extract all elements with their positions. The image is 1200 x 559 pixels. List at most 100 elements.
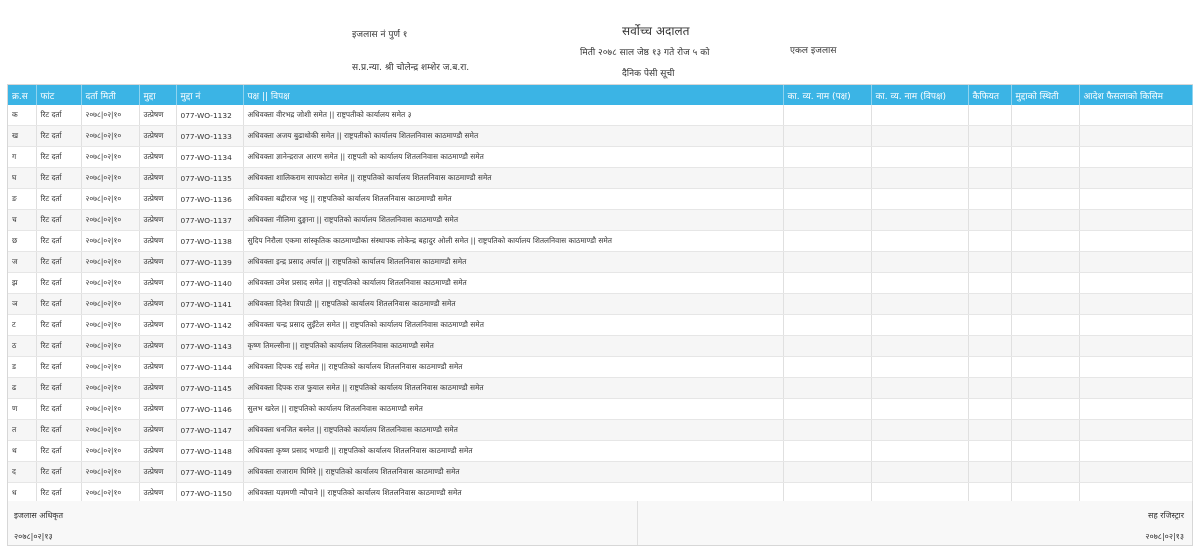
row-font: रिट दर्ता xyxy=(36,293,82,315)
row-parties: अधिवक्ता चन्द्र प्रसाद लुइँटेल समेत || र… xyxy=(243,314,784,336)
row-remarks xyxy=(968,146,1012,168)
column-header: मुद्दा xyxy=(139,85,177,105)
row-parties: अधिवक्ता दिनेश त्रिपाठी || राष्ट्रपतिको … xyxy=(243,293,784,315)
row-remarks xyxy=(968,251,1012,273)
table-row: ञ रिट दर्ता २०७८|०२|१० उत्प्रेषण 077-WO-1141… xyxy=(8,293,1193,315)
row-advocate-petitioner xyxy=(783,293,872,315)
row-font: रिट दर्ता xyxy=(36,398,82,420)
table-row: ठ रिट दर्ता २०७८|०२|१० उत्प्रेषण 077-WO-1143… xyxy=(8,335,1193,357)
row-serial: त xyxy=(8,419,37,441)
column-header: का. व्य. नाम (पक्ष) xyxy=(783,85,872,105)
row-parties: अधिवक्ता ज्ञानेन्द्रराज आरण समेत || राष्… xyxy=(243,146,784,168)
row-advocate-respondent xyxy=(871,272,969,294)
row-advocate-petitioner xyxy=(783,398,872,420)
row-case-status xyxy=(1011,293,1080,315)
row-remarks xyxy=(968,230,1012,252)
row-serial: ञ xyxy=(8,293,37,315)
column-header: मुद्दा नं xyxy=(176,85,244,105)
cause-list-page: इजलास नं पुर्ण १ स.प्र.न्या. श्री चोलेन्… xyxy=(0,0,1200,559)
row-advocate-petitioner xyxy=(783,230,872,252)
row-case-status xyxy=(1011,230,1080,252)
row-case-status xyxy=(1011,419,1080,441)
row-case-type: उत्प्रेषण xyxy=(139,314,177,336)
row-advocate-petitioner xyxy=(783,188,872,210)
row-advocate-respondent xyxy=(871,461,969,483)
row-case-type: उत्प्रेषण xyxy=(139,293,177,315)
table-row: थ रिट दर्ता २०७८|०२|१० उत्प्रेषण 077-WO-1148… xyxy=(8,440,1193,462)
table-row: ग रिट दर्ता २०७८|०२|१० उत्प्रेषण 077-WO-1134… xyxy=(8,146,1193,168)
bench-type: एकल इजलास xyxy=(790,46,837,56)
row-case-status xyxy=(1011,377,1080,399)
row-order-type xyxy=(1079,440,1193,462)
cause-list-table-container: क्र.स फांट दर्ता मिती मुद्दा मुद्दा नं पक्ष |… xyxy=(7,84,1193,505)
row-case-type: उत्प्रेषण xyxy=(139,251,177,273)
row-order-type xyxy=(1079,146,1193,168)
row-case-type: उत्प्रेषण xyxy=(139,167,177,189)
row-font: रिट दर्ता xyxy=(36,125,82,147)
table-body: क रिट दर्ता २०७८|०२|१० उत्प्रेषण 077-WO-1132… xyxy=(8,105,1193,504)
column-header: फांट xyxy=(36,85,82,105)
row-font: रिट दर्ता xyxy=(36,440,82,462)
row-case-number: 077-WO-1133 xyxy=(176,125,244,147)
row-advocate-respondent xyxy=(871,125,969,147)
row-parties: अधिवक्ता दिपक राज फुयाल समेत || राष्ट्रप… xyxy=(243,377,784,399)
row-parties: अधिवक्ता बद्रीराज भट्ट || राष्ट्रपतिको क… xyxy=(243,188,784,210)
table-row: ख रिट दर्ता २०७८|०२|१० उत्प्रेषण 077-WO-1133… xyxy=(8,125,1193,147)
row-remarks xyxy=(968,314,1012,336)
row-order-type xyxy=(1079,419,1193,441)
row-remarks xyxy=(968,461,1012,483)
row-case-type: उत्प्रेषण xyxy=(139,272,177,294)
cause-list-table: क्र.स फांट दर्ता मिती मुद्दा मुद्दा नं पक्ष |… xyxy=(8,85,1193,504)
row-serial: क xyxy=(8,105,37,126)
table-row: झ रिट दर्ता २०७८|०२|१० उत्प्रेषण 077-WO-1140… xyxy=(8,272,1193,294)
row-case-number: 077-WO-1139 xyxy=(176,251,244,273)
row-advocate-respondent xyxy=(871,230,969,252)
row-advocate-respondent xyxy=(871,356,969,378)
row-advocate-petitioner xyxy=(783,440,872,462)
row-case-status xyxy=(1011,251,1080,273)
row-remarks xyxy=(968,356,1012,378)
column-header: का. व्य. नाम (विपक्ष) xyxy=(871,85,969,105)
row-order-type xyxy=(1079,272,1193,294)
row-remarks xyxy=(968,419,1012,441)
row-advocate-respondent xyxy=(871,167,969,189)
row-font: रिट दर्ता xyxy=(36,272,82,294)
table-header: क्र.स फांट दर्ता मिती मुद्दा मुद्दा नं पक्ष |… xyxy=(8,85,1193,105)
row-advocate-petitioner xyxy=(783,356,872,378)
row-advocate-respondent xyxy=(871,293,969,315)
row-order-type xyxy=(1079,125,1193,147)
row-advocate-petitioner xyxy=(783,461,872,483)
row-case-type: उत्प्रेषण xyxy=(139,377,177,399)
row-remarks xyxy=(968,125,1012,147)
row-parties: अधिवक्ता वीरभद्र जोशी समेत || राष्ट्रपती… xyxy=(243,105,784,126)
row-serial: थ xyxy=(8,440,37,462)
row-remarks xyxy=(968,377,1012,399)
joint-registrar-label: सह रजिस्ट्रार xyxy=(1148,511,1184,520)
row-date: २०७८|०२|१० xyxy=(81,188,140,210)
row-parties: सुलभ खरेल || राष्ट्रपतिको कार्यालय शितलन… xyxy=(243,398,784,420)
column-header: आदेश फैसलाको किसिम xyxy=(1079,85,1193,105)
row-case-type: उत्प्रेषण xyxy=(139,461,177,483)
row-case-number: 077-WO-1145 xyxy=(176,377,244,399)
bench-officer-date: २०७८|०२|१३ xyxy=(14,532,53,541)
table-row: ज रिट दर्ता २०७८|०२|१० उत्प्रेषण 077-WO-1139… xyxy=(8,251,1193,273)
row-case-type: उत्प्रेषण xyxy=(139,188,177,210)
row-case-number: 077-WO-1141 xyxy=(176,293,244,315)
row-case-number: 077-WO-1144 xyxy=(176,356,244,378)
row-date: २०७८|०२|१० xyxy=(81,125,140,147)
row-case-type: उत्प्रेषण xyxy=(139,440,177,462)
row-remarks xyxy=(968,440,1012,462)
row-parties: अधिवक्ता धनजित बस्नेत || राष्ट्रपतिको का… xyxy=(243,419,784,441)
row-font: रिट दर्ता xyxy=(36,251,82,273)
row-advocate-petitioner xyxy=(783,251,872,273)
row-serial: झ xyxy=(8,272,37,294)
row-remarks xyxy=(968,272,1012,294)
row-date: २०७८|०२|१० xyxy=(81,209,140,231)
row-case-status xyxy=(1011,356,1080,378)
row-font: रिट दर्ता xyxy=(36,188,82,210)
row-case-type: उत्प्रेषण xyxy=(139,105,177,126)
row-order-type xyxy=(1079,461,1193,483)
row-case-number: 077-WO-1142 xyxy=(176,314,244,336)
row-case-status xyxy=(1011,440,1080,462)
row-case-status xyxy=(1011,461,1080,483)
